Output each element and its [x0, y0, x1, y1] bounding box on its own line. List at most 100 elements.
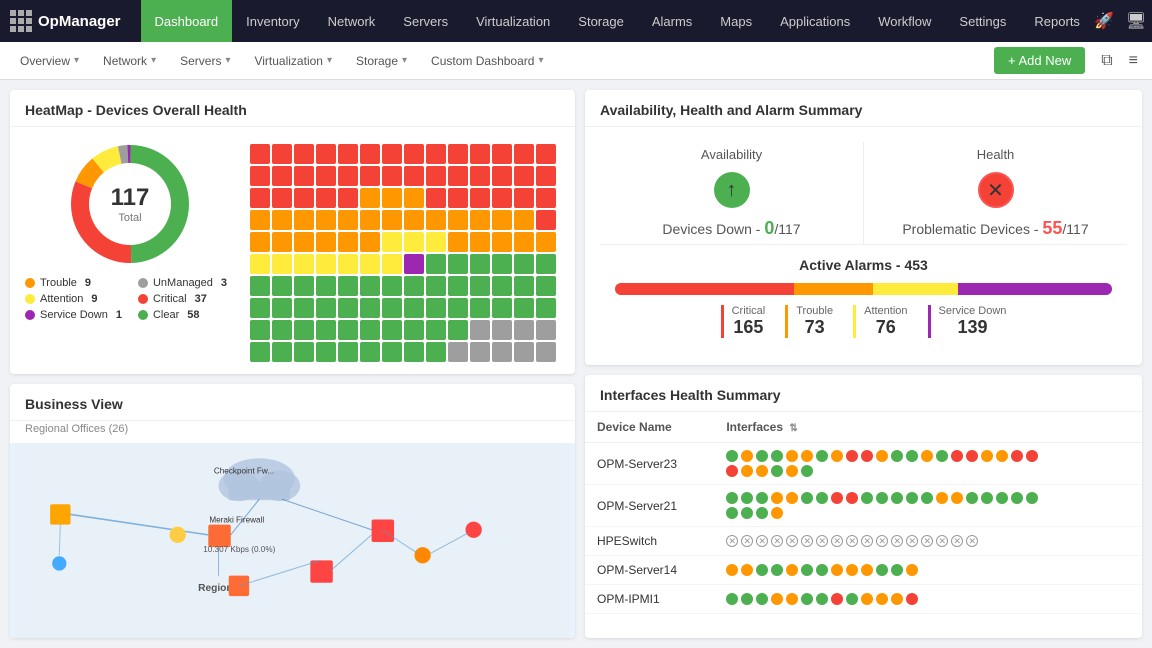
heatmap-cell[interactable] — [426, 342, 446, 362]
heatmap-cell[interactable] — [294, 210, 314, 230]
heatmap-cell[interactable] — [360, 166, 380, 186]
heatmap-cell[interactable] — [272, 144, 292, 164]
heatmap-cell[interactable] — [514, 254, 534, 274]
heatmap-cell[interactable] — [250, 188, 270, 208]
heatmap-cell[interactable] — [404, 166, 424, 186]
layout-icon[interactable]: ⧉ — [1097, 48, 1116, 74]
heatmap-cell[interactable] — [470, 254, 490, 274]
nav-applications[interactable]: Applications — [766, 0, 864, 42]
heatmap-cell[interactable] — [492, 210, 512, 230]
heatmap-cell[interactable] — [426, 298, 446, 318]
heatmap-cell[interactable] — [536, 254, 556, 274]
nav-inventory[interactable]: Inventory — [232, 0, 313, 42]
heatmap-cell[interactable] — [426, 254, 446, 274]
heatmap-cell[interactable] — [426, 320, 446, 340]
heatmap-cell[interactable] — [536, 342, 556, 362]
heatmap-cell[interactable] — [294, 188, 314, 208]
heatmap-cell[interactable] — [272, 320, 292, 340]
heatmap-cell[interactable] — [338, 188, 358, 208]
nav-virtualization[interactable]: Virtualization — [462, 0, 564, 42]
heatmap-cell[interactable] — [448, 320, 468, 340]
heatmap-cell[interactable] — [382, 298, 402, 318]
heatmap-cell[interactable] — [382, 276, 402, 296]
heatmap-cell[interactable] — [338, 298, 358, 318]
heatmap-cell[interactable] — [382, 320, 402, 340]
heatmap-cell[interactable] — [250, 144, 270, 164]
nav-maps[interactable]: Maps — [706, 0, 766, 42]
heatmap-cell[interactable] — [514, 166, 534, 186]
heatmap-cell[interactable] — [272, 210, 292, 230]
nav-dashboard[interactable]: Dashboard — [141, 0, 233, 42]
subnav-virtualization[interactable]: Virtualization ▾ — [244, 42, 342, 80]
heatmap-cell[interactable] — [294, 166, 314, 186]
heatmap-cell[interactable] — [404, 320, 424, 340]
subnav-network[interactable]: Network ▾ — [93, 42, 166, 80]
heatmap-cell[interactable] — [360, 342, 380, 362]
heatmap-cell[interactable] — [272, 166, 292, 186]
add-new-button[interactable]: + Add New — [994, 47, 1085, 74]
heatmap-cell[interactable] — [404, 144, 424, 164]
heatmap-cell[interactable] — [448, 254, 468, 274]
heatmap-cell[interactable] — [448, 144, 468, 164]
subnav-overview[interactable]: Overview ▾ — [10, 42, 89, 80]
heatmap-cell[interactable] — [360, 188, 380, 208]
heatmap-cell[interactable] — [470, 276, 490, 296]
heatmap-cell[interactable] — [492, 188, 512, 208]
heatmap-cell[interactable] — [492, 232, 512, 252]
heatmap-cell[interactable] — [426, 232, 446, 252]
heatmap-cell[interactable] — [294, 298, 314, 318]
heatmap-cell[interactable] — [272, 232, 292, 252]
heatmap-cell[interactable] — [470, 342, 490, 362]
heatmap-cell[interactable] — [272, 298, 292, 318]
heatmap-cell[interactable] — [470, 232, 490, 252]
heatmap-cell[interactable] — [514, 320, 534, 340]
heatmap-cell[interactable] — [448, 276, 468, 296]
heatmap-cell[interactable] — [448, 342, 468, 362]
heatmap-cell[interactable] — [294, 276, 314, 296]
heatmap-cell[interactable] — [470, 144, 490, 164]
heatmap-cell[interactable] — [316, 232, 336, 252]
rocket-icon[interactable]: 🚀 — [1094, 11, 1114, 31]
heatmap-cell[interactable] — [316, 144, 336, 164]
heatmap-cell[interactable] — [338, 232, 358, 252]
heatmap-cell[interactable] — [250, 166, 270, 186]
heatmap-cell[interactable] — [470, 320, 490, 340]
filter-icon[interactable]: ≡ — [1125, 48, 1142, 74]
heatmap-cell[interactable] — [382, 342, 402, 362]
heatmap-cell[interactable] — [426, 188, 446, 208]
heatmap-cell[interactable] — [272, 276, 292, 296]
heatmap-cell[interactable] — [294, 342, 314, 362]
subnav-storage[interactable]: Storage ▾ — [346, 42, 417, 80]
heatmap-cell[interactable] — [514, 144, 534, 164]
heatmap-cell[interactable] — [470, 166, 490, 186]
heatmap-cell[interactable] — [316, 166, 336, 186]
heatmap-cell[interactable] — [382, 210, 402, 230]
heatmap-cell[interactable] — [338, 210, 358, 230]
heatmap-cell[interactable] — [294, 254, 314, 274]
heatmap-cell[interactable] — [250, 276, 270, 296]
heatmap-cell[interactable] — [492, 320, 512, 340]
nav-reports[interactable]: Reports — [1020, 0, 1094, 42]
heatmap-cell[interactable] — [536, 188, 556, 208]
heatmap-cell[interactable] — [492, 298, 512, 318]
heatmap-cell[interactable] — [492, 254, 512, 274]
heatmap-cell[interactable] — [536, 166, 556, 186]
heatmap-cell[interactable] — [536, 144, 556, 164]
heatmap-cell[interactable] — [360, 276, 380, 296]
heatmap-cell[interactable] — [382, 166, 402, 186]
heatmap-cell[interactable] — [272, 254, 292, 274]
heatmap-cell[interactable] — [360, 298, 380, 318]
heatmap-cell[interactable] — [404, 188, 424, 208]
nav-servers[interactable]: Servers — [389, 0, 462, 42]
heatmap-cell[interactable] — [514, 188, 534, 208]
heatmap-cell[interactable] — [250, 210, 270, 230]
heatmap-cell[interactable] — [426, 276, 446, 296]
heatmap-cell[interactable] — [536, 276, 556, 296]
sort-icon[interactable]: ⇅ — [789, 423, 797, 434]
heatmap-cell[interactable] — [492, 276, 512, 296]
subnav-custom-dashboard[interactable]: Custom Dashboard ▾ — [421, 42, 553, 80]
heatmap-cell[interactable] — [316, 298, 336, 318]
heatmap-cell[interactable] — [316, 210, 336, 230]
heatmap-cell[interactable] — [338, 254, 358, 274]
heatmap-cell[interactable] — [470, 210, 490, 230]
